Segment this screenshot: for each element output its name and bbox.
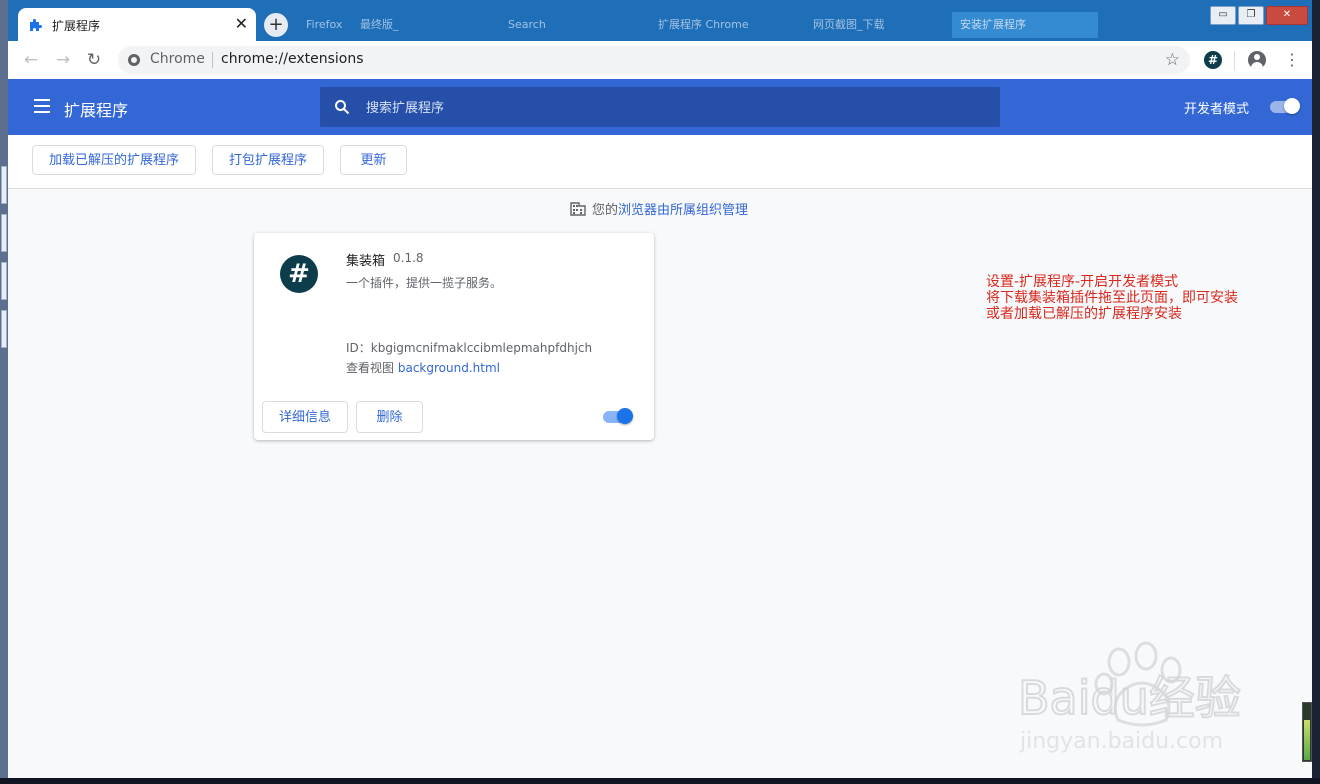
instruction-annotation: 设置-扩展程序-开启开发者模式 将下载集装箱插件拖至此页面，即可安装 或者加载已…: [986, 274, 1238, 322]
tab-close-icon[interactable]: ✕: [235, 14, 248, 34]
inspect-views-label: 查看视图: [346, 361, 395, 375]
update-button[interactable]: 更新: [340, 145, 407, 175]
reload-icon[interactable]: ↻: [83, 49, 105, 71]
menu-kebab-icon[interactable]: ⋮: [1284, 50, 1300, 70]
extension-enable-toggle[interactable]: [603, 408, 633, 424]
new-tab-button[interactable]: +: [264, 13, 288, 37]
background-tab[interactable]: 安装扩展程序: [952, 12, 1098, 38]
hamburger-menu-icon[interactable]: [34, 99, 50, 113]
browser-toolbar: ← → ↻ Chrome chrome://extensions ☆ # ⋮: [8, 41, 1312, 80]
developer-toolbar: 加载已解压的扩展程序 打包扩展程序 更新: [8, 135, 1312, 189]
tab-extensions[interactable]: 扩展程序 ✕: [18, 8, 256, 41]
background-tab[interactable]: Firefox: [306, 12, 352, 38]
background-tab[interactable]: 扩展程序 Chrome: [658, 12, 798, 38]
bookmark-star-icon[interactable]: ☆: [1165, 50, 1180, 70]
chrome-logo-icon: [128, 54, 140, 66]
tab-strip: 扩展程序 ✕ + Firefox 最终版_ Search 扩展程序 Chrome…: [8, 0, 1312, 41]
extension-description: 一个插件，提供一揽子服务。: [346, 276, 503, 290]
annotation-line: 设置-扩展程序-开启开发者模式: [986, 274, 1179, 290]
managed-prefix: 您的: [592, 203, 619, 218]
page-title: 扩展程序: [64, 101, 129, 120]
background-tab[interactable]: 最终版_: [360, 12, 490, 38]
omnibox-url[interactable]: chrome://extensions: [221, 51, 364, 67]
managed-link[interactable]: 浏览器由所属组织管理: [618, 203, 748, 218]
extensions-header: 扩展程序 开发者模式: [8, 79, 1312, 135]
back-arrow-icon[interactable]: ←: [20, 49, 42, 71]
remove-button[interactable]: 删除: [356, 401, 423, 433]
background-tab[interactable]: Search: [508, 12, 638, 38]
watermark-brand: Baidu经验: [1018, 671, 1241, 725]
chrome-window: 扩展程序 ✕ + Firefox 最终版_ Search 扩展程序 Chrome…: [8, 0, 1312, 778]
background-page-link[interactable]: background.html: [398, 361, 500, 375]
desktop-window-edge: [1, 262, 7, 300]
paw-logo-icon: Baidu经验 jingyan.baidu.com: [1017, 641, 1242, 754]
managed-notice: 您的浏览器由所属组织管理: [570, 202, 748, 220]
details-button[interactable]: 详细信息: [262, 401, 348, 433]
watermark-url: jingyan.baidu.com: [1019, 729, 1223, 754]
building-icon: [570, 202, 586, 216]
puzzle-icon: [30, 19, 42, 31]
window-close-button[interactable]: ✕: [1266, 6, 1308, 25]
omnibox-chip: Chrome: [150, 51, 205, 67]
extension-logo-icon: #: [280, 255, 318, 293]
dev-mode-label: 开发者模式: [1184, 102, 1250, 117]
desktop-bottom-edge: [0, 778, 1320, 784]
forward-arrow-icon[interactable]: →: [52, 49, 74, 71]
extension-hash-icon[interactable]: #: [1204, 51, 1222, 69]
desktop-window-edge: [1, 310, 7, 348]
profile-avatar-icon[interactable]: [1248, 51, 1266, 69]
desktop-right-edge: [1312, 0, 1320, 784]
extension-name: 集装箱: [346, 254, 386, 269]
dev-mode-toggle[interactable]: [1270, 98, 1300, 114]
omnibox-separator: [212, 52, 213, 68]
extension-id: ID：kbgigmcnifmaklccibmlepmahpfdhjch: [346, 341, 593, 355]
desktop-window-edge: [1, 214, 7, 252]
annotation-line: 将下载集装箱插件拖至此页面，即可安装: [986, 290, 1238, 306]
desktop-window-edge: [1, 166, 7, 204]
tab-title: 扩展程序: [52, 19, 101, 33]
extension-card: # 集装箱 0.1.8 一个插件，提供一揽子服务。 ID：kbgigmcnifm…: [254, 233, 654, 440]
minimize-button[interactable]: ▭: [1210, 6, 1236, 25]
inspect-views: 查看视图 background.html: [346, 359, 500, 376]
annotation-line: 或者加载已解压的扩展程序安装: [986, 306, 1182, 322]
search-box[interactable]: [320, 87, 1000, 127]
volume-level-meter: [1302, 702, 1312, 762]
search-icon: [335, 100, 350, 115]
restore-button[interactable]: ❐: [1238, 6, 1264, 25]
omnibox[interactable]: Chrome chrome://extensions ☆: [118, 46, 1190, 74]
desktop-left-edge: [0, 0, 8, 784]
pack-extension-button[interactable]: 打包扩展程序: [212, 145, 324, 175]
search-input[interactable]: [364, 95, 968, 121]
background-tab[interactable]: 网页截图_下载: [813, 12, 943, 38]
load-unpacked-button[interactable]: 加载已解压的扩展程序: [32, 145, 196, 175]
toolbar-separator: [1234, 51, 1235, 71]
baidu-watermark: Baidu经验 jingyan.baidu.com: [1014, 640, 1264, 760]
extension-version: 0.1.8: [393, 251, 424, 265]
window-controls: ▭ ❐ ✕: [1208, 6, 1308, 25]
